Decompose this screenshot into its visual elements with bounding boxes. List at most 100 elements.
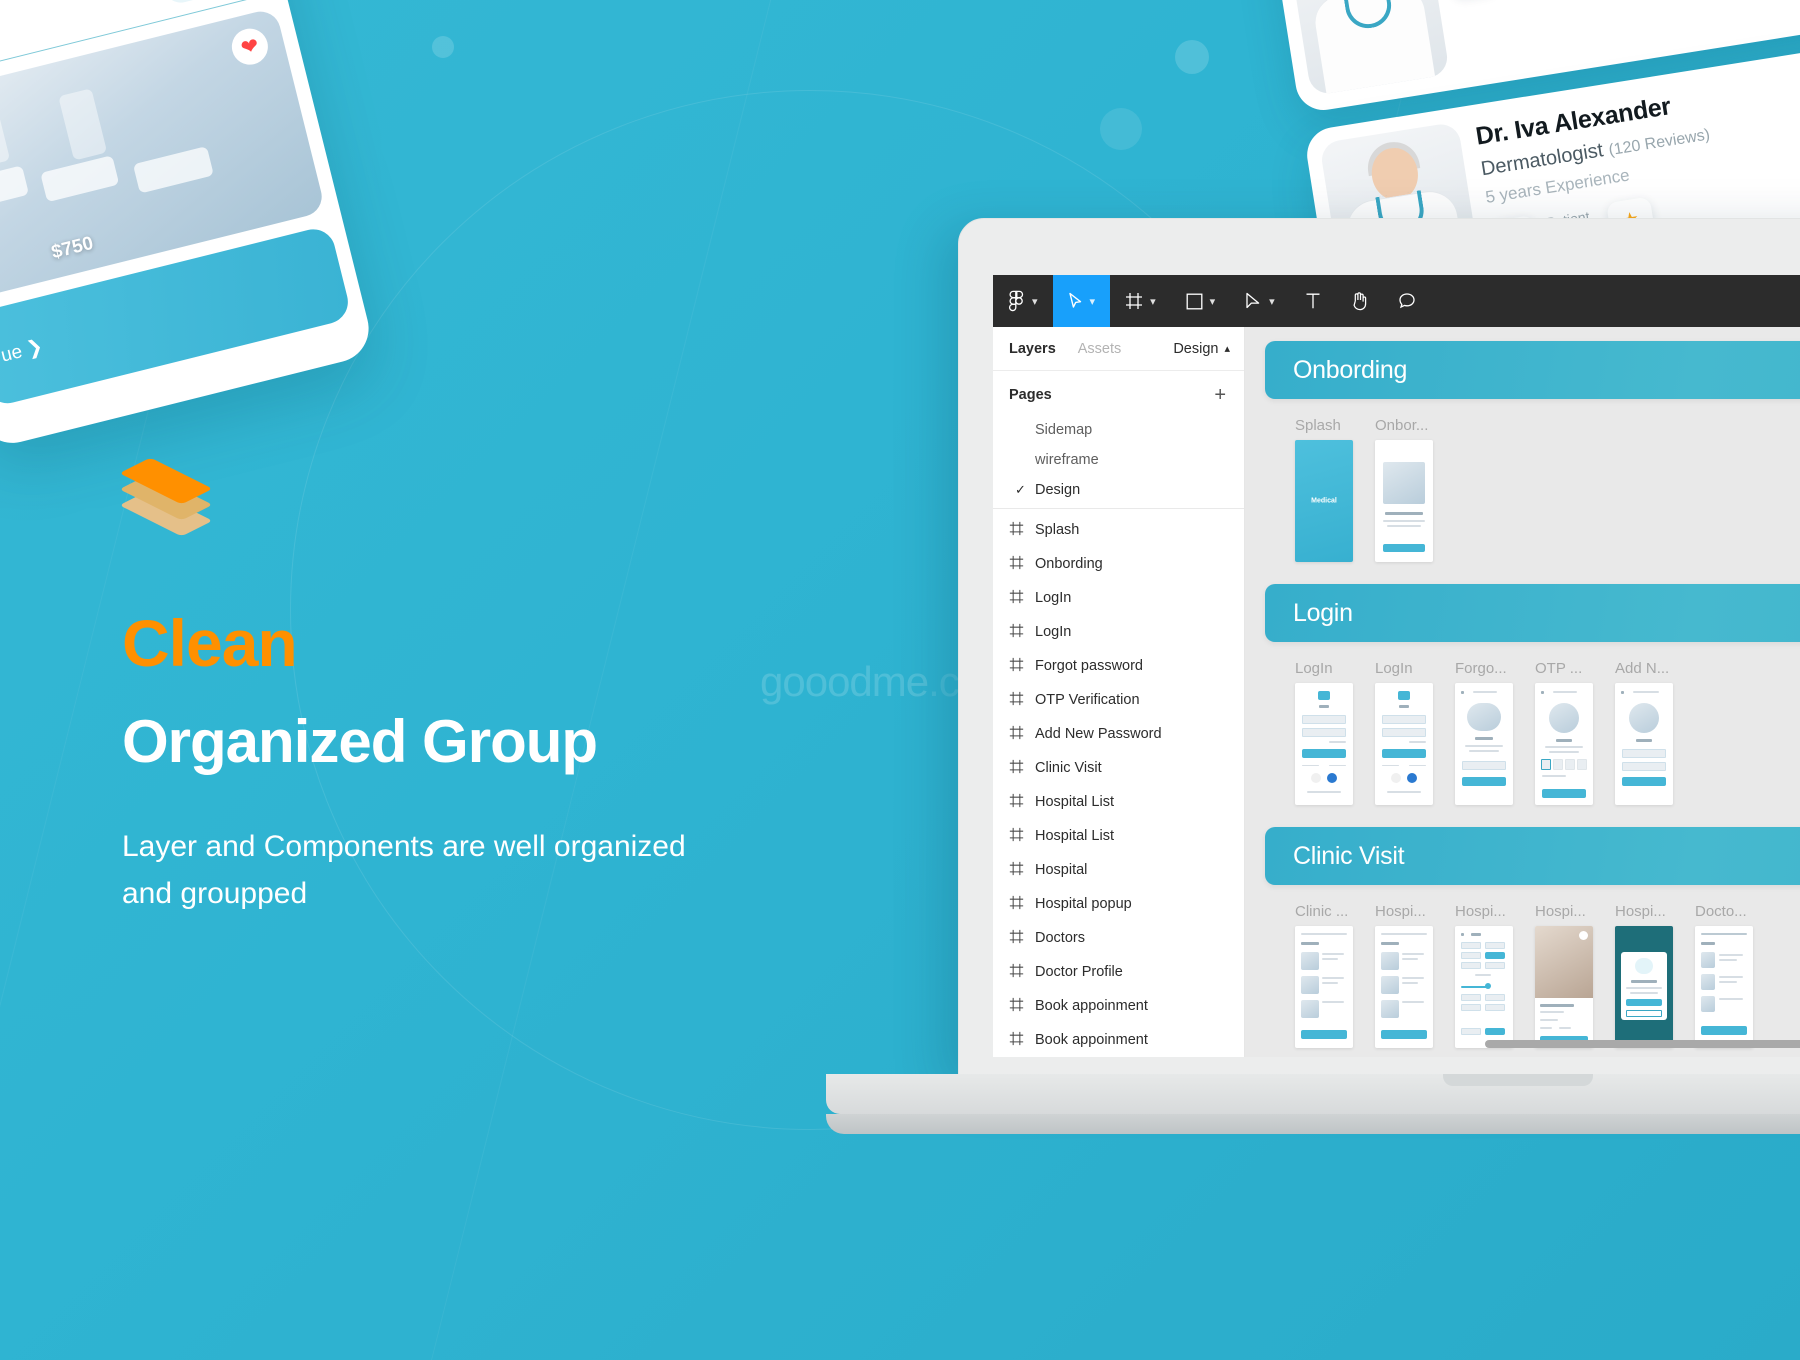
figma-canvas[interactable]: Onbording Splash Medical Onbor... Login LogIn… bbox=[1245, 327, 1800, 1057]
chevron-down-icon: ▾ bbox=[1269, 295, 1275, 308]
promo-slide: gooodme.com Reviews) $350 Details ❤ $750… bbox=[0, 0, 1800, 1360]
canvas-frame[interactable]: Splash Medical bbox=[1295, 417, 1353, 562]
canvas-frame[interactable]: LogIn bbox=[1295, 660, 1353, 805]
frame-icon bbox=[1009, 895, 1024, 914]
canvas-frame-thumbnail[interactable] bbox=[1695, 926, 1753, 1048]
page-item-sidemap[interactable]: Sidemap bbox=[993, 415, 1244, 445]
comment-tool-button[interactable] bbox=[1383, 275, 1431, 327]
horizontal-scrollbar[interactable] bbox=[1485, 1040, 1800, 1048]
frame-icon bbox=[1009, 589, 1024, 608]
canvas-frame-label: Hospi... bbox=[1615, 903, 1666, 920]
canvas-frame-thumbnail[interactable] bbox=[1375, 440, 1433, 562]
canvas-frame-thumbnail[interactable] bbox=[1295, 683, 1353, 805]
canvas-frame-label: LogIn bbox=[1375, 660, 1413, 677]
canvas-section-banner[interactable]: Login bbox=[1265, 584, 1800, 642]
layer-row[interactable]: Hospital bbox=[993, 853, 1244, 887]
figma-logo-icon bbox=[1008, 290, 1025, 312]
layer-row[interactable]: Clinic Visit bbox=[993, 751, 1244, 785]
layer-row[interactable]: Onbording bbox=[993, 547, 1244, 581]
layer-row[interactable]: Splash bbox=[993, 513, 1244, 547]
chevron-down-icon: ▾ bbox=[1150, 295, 1156, 308]
frame-icon bbox=[1009, 963, 1024, 982]
layer-row[interactable]: Hospital popup bbox=[993, 887, 1244, 921]
layer-row[interactable]: Book appoinment bbox=[993, 989, 1244, 1023]
layer-row-label: Onbording bbox=[1035, 556, 1103, 572]
add-page-button[interactable]: + bbox=[1214, 385, 1226, 405]
canvas-frame-thumbnail[interactable] bbox=[1615, 683, 1673, 805]
layer-row[interactable]: Book appoinment bbox=[993, 1023, 1244, 1057]
layer-row[interactable]: Add New Password bbox=[993, 717, 1244, 751]
canvas-frame[interactable]: OTP ... bbox=[1535, 660, 1593, 805]
canvas-frame[interactable]: Hospi... bbox=[1615, 903, 1673, 1048]
frame-icon bbox=[1009, 657, 1024, 676]
page-item-wireframe[interactable]: wireframe bbox=[993, 445, 1244, 475]
layer-row[interactable]: LogIn bbox=[993, 581, 1244, 615]
canvas-frame-thumbnail[interactable] bbox=[1375, 683, 1433, 805]
canvas-frame-label: OTP ... bbox=[1535, 660, 1583, 677]
canvas-frame-label: Hospi... bbox=[1535, 903, 1586, 920]
pen-tool-button[interactable]: ▾ bbox=[1230, 275, 1290, 327]
laptop-foot bbox=[826, 1114, 1800, 1134]
canvas-section-banner[interactable]: Clinic Visit bbox=[1265, 827, 1800, 885]
canvas-frame-thumbnail[interactable]: Medical bbox=[1295, 440, 1353, 562]
check-icon: ✓ bbox=[1015, 482, 1026, 497]
layer-row[interactable]: Hospital List bbox=[993, 819, 1244, 853]
move-tool-button[interactable]: ▾ bbox=[1052, 275, 1111, 327]
frame-icon bbox=[1125, 292, 1143, 310]
canvas-frame[interactable]: Hospi... bbox=[1535, 903, 1593, 1048]
canvas-frame-thumbnail[interactable] bbox=[1615, 926, 1673, 1048]
canvas-section-banner[interactable]: Onbording bbox=[1265, 341, 1800, 399]
layer-row[interactable]: Doctor Profile bbox=[993, 955, 1244, 989]
canvas-frame-thumbnail[interactable] bbox=[1535, 926, 1593, 1048]
layer-row[interactable]: OTP Verification bbox=[993, 683, 1244, 717]
text-tool-button[interactable] bbox=[1290, 275, 1336, 327]
canvas-frame-thumbnail[interactable] bbox=[1295, 926, 1353, 1048]
layer-row-label: Splash bbox=[1035, 522, 1080, 538]
canvas-frame-thumbnail[interactable] bbox=[1535, 683, 1593, 805]
tab-design[interactable]: Design ▴ bbox=[1173, 341, 1230, 357]
pages-title: Pages bbox=[1009, 387, 1052, 403]
layer-row[interactable]: Forgot password bbox=[993, 649, 1244, 683]
tab-assets[interactable]: Assets bbox=[1078, 341, 1122, 357]
canvas-frame[interactable]: Forgo... bbox=[1455, 660, 1513, 805]
shape-tool-button[interactable]: ▾ bbox=[1171, 275, 1231, 327]
canvas-frame[interactable]: Docto... bbox=[1695, 903, 1753, 1048]
canvas-frames-row: LogIn LogIn Forgo... OTP ... Add N... bbox=[1265, 660, 1800, 805]
layer-row-label: Hospital bbox=[1035, 862, 1088, 878]
frame-icon bbox=[1009, 861, 1024, 880]
canvas-frame[interactable]: Hospi... bbox=[1375, 903, 1433, 1048]
hand-icon bbox=[1351, 291, 1368, 311]
figma-toolbar: ▾ ▾ ▾ ▾ ▾ bbox=[993, 275, 1800, 327]
canvas-frame[interactable]: Clinic ... bbox=[1295, 903, 1353, 1048]
text-T-icon bbox=[1305, 292, 1321, 310]
layer-row-label: Clinic Visit bbox=[1035, 760, 1102, 776]
frame-icon bbox=[1009, 1031, 1024, 1050]
pen-icon bbox=[1245, 292, 1262, 310]
layer-row[interactable]: Hospital List bbox=[993, 785, 1244, 819]
laptop-screen: ▾ ▾ ▾ ▾ ▾ Layers Assets Design ▴ Pages +… bbox=[993, 275, 1800, 1057]
canvas-frame-thumbnail[interactable] bbox=[1455, 683, 1513, 805]
canvas-frame-label: LogIn bbox=[1295, 660, 1333, 677]
doctor-avatar bbox=[1286, 0, 1450, 97]
layer-row-label: LogIn bbox=[1035, 590, 1072, 606]
frame-tool-button[interactable]: ▾ bbox=[1110, 275, 1171, 327]
layer-row[interactable]: Doctors bbox=[993, 921, 1244, 955]
page-item-design[interactable]: ✓ Design bbox=[993, 475, 1244, 505]
bg-dot-3 bbox=[1100, 108, 1142, 150]
canvas-frame[interactable]: LogIn bbox=[1375, 660, 1433, 805]
tab-layers[interactable]: Layers bbox=[1009, 341, 1056, 357]
layer-row-label: Book appoinment bbox=[1035, 998, 1148, 1014]
canvas-frame-thumbnail[interactable] bbox=[1455, 926, 1513, 1048]
canvas-frame[interactable]: Add N... bbox=[1615, 660, 1673, 805]
laptop-base bbox=[826, 1074, 1800, 1114]
comment-bubble-icon bbox=[1398, 292, 1416, 310]
canvas-frame-thumbnail[interactable] bbox=[1375, 926, 1433, 1048]
layer-row-label: Hospital popup bbox=[1035, 896, 1132, 912]
hand-tool-button[interactable] bbox=[1336, 275, 1383, 327]
canvas-frame[interactable]: Onbor... bbox=[1375, 417, 1433, 562]
layer-row-label: OTP Verification bbox=[1035, 692, 1140, 708]
canvas-frame[interactable]: Hospi... bbox=[1455, 903, 1513, 1048]
figma-menu-button[interactable]: ▾ bbox=[993, 275, 1053, 327]
layer-row[interactable]: LogIn bbox=[993, 615, 1244, 649]
laptop-notch bbox=[1443, 1074, 1593, 1086]
